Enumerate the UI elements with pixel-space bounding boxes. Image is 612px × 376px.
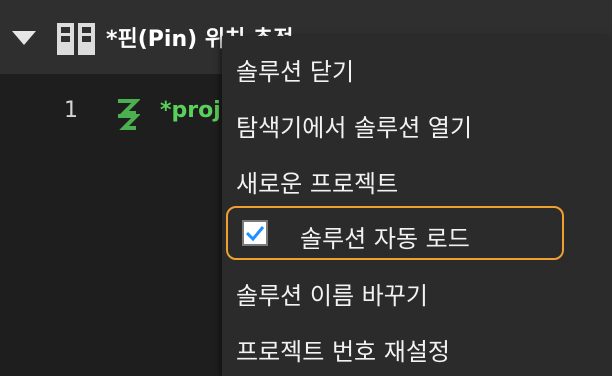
menu-item-label: 새로운 프로젝트 xyxy=(236,170,399,198)
menu-item-label: 솔루션 닫기 xyxy=(236,58,355,86)
menu-item-auto-load-solution[interactable]: 솔루션 자동 로드 xyxy=(226,206,564,260)
menu-item-label: 탐색기에서 솔루션 열기 xyxy=(236,114,473,142)
auto-load-checkbox[interactable] xyxy=(242,220,268,246)
triangle-down-icon[interactable] xyxy=(12,31,36,45)
menu-item-label: 솔루션 이름 바꾸기 xyxy=(236,282,428,310)
menu-item-reset-project-numbers[interactable]: 프로젝트 번호 재설정 xyxy=(222,320,612,374)
menu-item-new-project[interactable]: 새로운 프로젝트 xyxy=(222,152,612,206)
project-name: *proj xyxy=(160,98,221,123)
menu-item-rename-solution[interactable]: 솔루션 이름 바꾸기 xyxy=(222,264,612,318)
context-menu: 솔루션 닫기 탐색기에서 솔루션 열기 새로운 프로젝트 솔루션 자동 로드 솔… xyxy=(222,36,612,376)
project-row[interactable]: 1 *proj xyxy=(0,94,240,134)
project-icon xyxy=(118,99,140,130)
solution-icon xyxy=(57,23,95,55)
menu-item-label: 프로젝트 번호 재설정 xyxy=(236,338,450,366)
menu-item-close-solution[interactable]: 솔루션 닫기 xyxy=(222,40,612,94)
checkmark-icon xyxy=(245,226,265,242)
menu-item-label: 솔루션 자동 로드 xyxy=(300,225,470,253)
menu-item-open-in-explorer[interactable]: 탐색기에서 솔루션 열기 xyxy=(222,96,612,150)
line-number: 1 xyxy=(64,98,78,123)
